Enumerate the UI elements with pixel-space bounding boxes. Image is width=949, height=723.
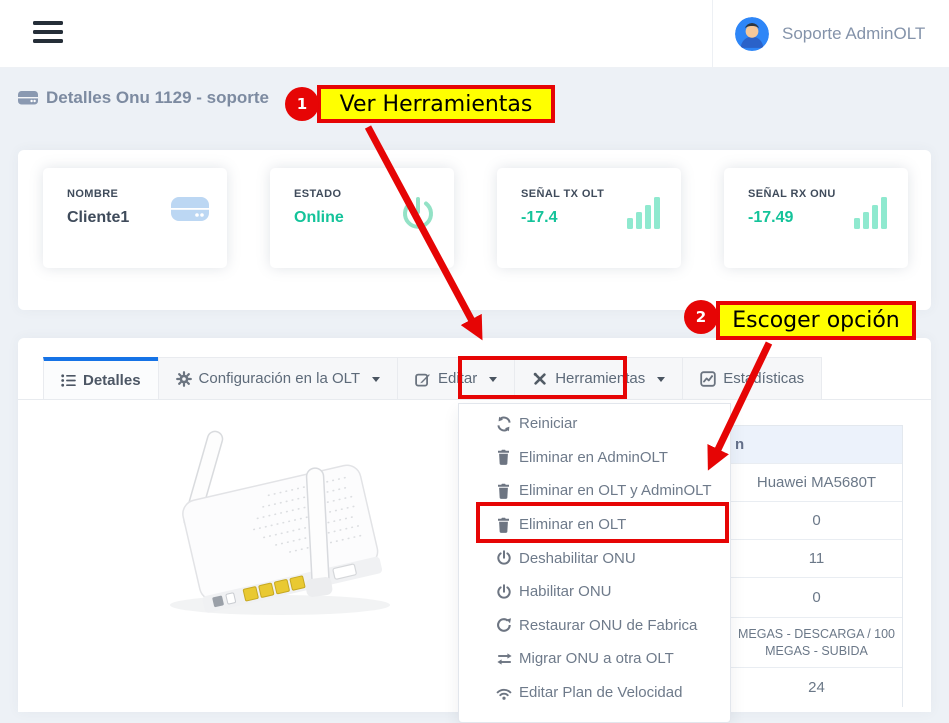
tab-label: Configuración en la OLT <box>199 370 360 387</box>
tab-label: Detalles <box>83 372 141 389</box>
trash-icon <box>496 449 519 465</box>
router-icon <box>171 196 209 222</box>
tab-herramientas[interactable]: Herramientas <box>514 357 683 399</box>
exchange-icon <box>496 652 519 666</box>
step-2-callout: Escoger opción <box>716 301 916 340</box>
user-menu[interactable]: Soporte AdminOLT <box>712 0 949 67</box>
tab-bar: Detalles Configuración en la OLT Editar <box>18 357 931 400</box>
menu-item-label: Editar Plan de Velocidad <box>519 684 682 701</box>
menu-item-label: Eliminar en OLT <box>519 516 626 533</box>
stat-card-estado: ESTADO Online <box>270 168 454 268</box>
tab-editar[interactable]: Editar <box>397 357 515 399</box>
stat-value: -17.49 <box>748 209 836 227</box>
top-header: Soporte AdminOLT <box>0 0 949 68</box>
menu-item-eliminar-olt[interactable]: Eliminar en OLT <box>459 508 730 542</box>
menu-item-label: Restaurar ONU de Fabrica <box>519 617 697 634</box>
tab-label: Herramientas <box>555 370 645 387</box>
callout-label: Ver Herramientas <box>340 92 533 117</box>
table-cell: 11 <box>731 540 902 578</box>
table-cell: 0 <box>731 502 902 540</box>
menu-item-deshabilitar-onu[interactable]: Deshabilitar ONU <box>459 541 730 575</box>
menu-item-editar-plan-velocidad[interactable]: Editar Plan de Velocidad <box>459 676 730 710</box>
device-icon <box>18 91 38 105</box>
stat-card-senal-rx-onu: SEÑAL RX ONU -17.49 <box>724 168 908 268</box>
power-icon <box>496 550 519 566</box>
stat-card-senal-tx-olt: SEÑAL TX OLT -17.4 <box>497 168 681 268</box>
table-cell-olt-model: Huawei MA5680T <box>731 464 902 502</box>
pencil-icon <box>415 371 431 387</box>
menu-item-label: Eliminar en AdminOLT <box>519 449 668 466</box>
stats-panel: NOMBRE Cliente1 ESTADO Online SEÑAL TX O… <box>18 150 931 310</box>
tab-label: Editar <box>438 370 477 387</box>
gear-icon <box>176 371 192 387</box>
user-name: Soporte AdminOLT <box>782 24 925 44</box>
power-icon <box>400 196 436 232</box>
menu-item-migrar-onu[interactable]: Migrar ONU a otra OLT <box>459 642 730 676</box>
sync-icon <box>496 416 519 432</box>
onu-info-table: n Huawei MA5680T 0 11 0 MEGAS - DESCARGA… <box>731 425 903 707</box>
stat-label: NOMBRE <box>67 188 129 200</box>
step-number: 2 <box>696 308 706 326</box>
stat-label: SEÑAL TX OLT <box>521 188 604 200</box>
wifi-icon <box>496 686 519 700</box>
stat-card-nombre: NOMBRE Cliente1 <box>43 168 227 268</box>
menu-item-label: Habilitar ONU <box>519 583 612 600</box>
step-1-badge: 1 <box>285 87 319 121</box>
stat-label: SEÑAL RX ONU <box>748 188 836 200</box>
table-cell-plan: MEGAS - DESCARGA / 100 MEGAS - SUBIDA <box>731 618 902 668</box>
stat-value: Cliente1 <box>67 209 129 227</box>
tab-estadisticas[interactable]: Estadísticas <box>682 357 822 399</box>
menu-item-habilitar-onu[interactable]: Habilitar ONU <box>459 575 730 609</box>
table-cell: 0 <box>731 578 902 618</box>
stat-value: -17.4 <box>521 209 604 227</box>
rotate-icon <box>496 617 519 633</box>
page-title: Detalles Onu 1129 - soporte <box>46 88 269 108</box>
menu-item-reiniciar[interactable]: Reiniciar <box>459 407 730 441</box>
tab-configuracion-olt[interactable]: Configuración en la OLT <box>158 357 398 399</box>
menu-item-label: Migrar ONU a otra OLT <box>519 650 674 667</box>
step-1-callout: Ver Herramientas <box>317 85 555 123</box>
tab-detalles[interactable]: Detalles <box>43 357 159 399</box>
chevron-down-icon <box>372 377 380 382</box>
table-cell: 24 <box>731 668 902 707</box>
tab-label: Estadísticas <box>723 370 804 387</box>
menu-item-label: Reiniciar <box>519 415 577 432</box>
menu-item-eliminar-olt-y-adminolt[interactable]: Eliminar en OLT y AdminOLT <box>459 474 730 508</box>
breadcrumb: Detalles Onu 1129 - soporte <box>18 88 269 108</box>
signal-bars-icon <box>627 196 663 230</box>
menu-item-eliminar-adminolt[interactable]: Eliminar en AdminOLT <box>459 441 730 475</box>
chevron-down-icon <box>489 377 497 382</box>
herramientas-dropdown-menu: Reiniciar Eliminar en AdminOLT Eliminar … <box>458 403 731 723</box>
step-number: 1 <box>297 95 307 113</box>
hamburger-menu-icon[interactable] <box>33 21 63 45</box>
step-2-badge: 2 <box>684 300 718 334</box>
stat-value: Online <box>294 209 344 227</box>
avatar <box>735 17 769 51</box>
chart-icon <box>700 371 716 387</box>
stat-label: ESTADO <box>294 188 344 200</box>
menu-item-label: Deshabilitar ONU <box>519 550 636 567</box>
menu-item-label: Eliminar en OLT y AdminOLT <box>519 482 712 499</box>
tools-icon <box>532 371 548 387</box>
onu-product-image <box>130 420 420 630</box>
list-icon <box>61 373 76 388</box>
trash-icon <box>496 517 519 533</box>
power-icon <box>496 584 519 600</box>
menu-item-restaurar-onu-fabrica[interactable]: Restaurar ONU de Fabrica <box>459 609 730 643</box>
trash-icon <box>496 483 519 499</box>
callout-label: Escoger opción <box>732 308 900 333</box>
chevron-down-icon <box>657 377 665 382</box>
signal-bars-icon <box>854 196 890 230</box>
table-header-cell: n <box>731 425 902 464</box>
